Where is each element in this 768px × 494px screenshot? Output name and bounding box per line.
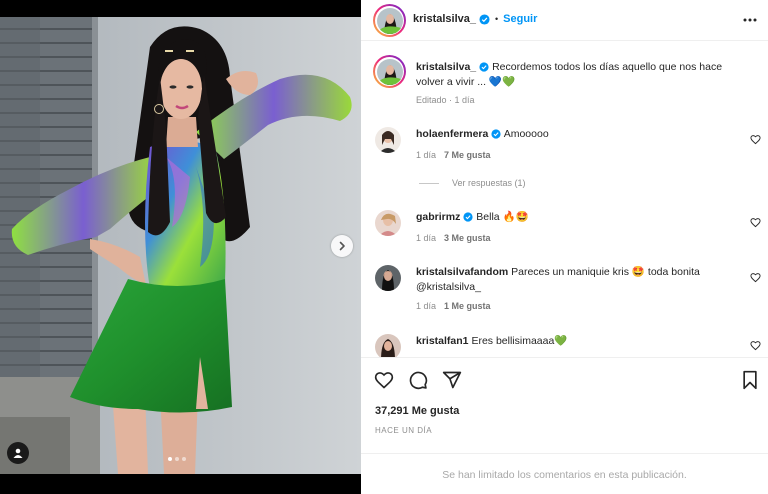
carousel-dot-2 [175, 457, 179, 461]
comments-limited-notice: Se han limitado los comentarios en esta … [361, 453, 768, 494]
carousel-next-button[interactable] [331, 235, 353, 257]
instagram-post-modal: kristalsilva_ • Seguir kristalsilva_ Rec… [0, 0, 768, 494]
post-actions: 37,291 Me gusta HACE UN DÍA [361, 357, 768, 453]
verified-badge-icon [463, 212, 473, 222]
action-bar [374, 370, 462, 390]
share-icon[interactable] [442, 370, 462, 390]
like-count[interactable]: 37,291 Me gusta [375, 405, 459, 417]
heart-icon[interactable] [374, 370, 394, 390]
comment-age: 1 día [416, 301, 437, 311]
commenter-username[interactable]: kristalsilvafandom [416, 266, 508, 278]
photo-top-letterbox [0, 0, 361, 17]
comment-body: Eres bellisimaaaa💚 [471, 335, 568, 347]
author-avatar-image [376, 7, 403, 34]
tagged-users-button[interactable] [7, 442, 29, 464]
comment-text: kristalfan1 Eres bellisimaaaa💚 [416, 334, 567, 349]
header-separator: • [495, 14, 499, 24]
post-image [0, 17, 361, 474]
carousel-indicator [168, 457, 186, 461]
commenter-username[interactable]: gabrirmz [416, 211, 460, 223]
comment-age: 1 día [416, 233, 437, 243]
comment-likes[interactable]: 1 Me gusta [444, 301, 491, 311]
post-photo [0, 0, 361, 494]
author-avatar[interactable] [373, 4, 406, 37]
comment-body: Amooooo [503, 128, 549, 140]
post-header: kristalsilva_ • Seguir [361, 0, 768, 41]
comment-meta: 1 día 7 Me gusta [416, 150, 491, 160]
follow-button[interactable]: Seguir [503, 13, 537, 25]
comment-text: holaenfermera Amooooo [416, 127, 549, 142]
comment-mention[interactable]: @kristalsilva_ [416, 281, 481, 293]
carousel-dot-3 [182, 457, 186, 461]
verified-badge-icon [479, 13, 490, 25]
photo-bottom-letterbox [0, 474, 361, 494]
author-username[interactable]: kristalsilva_ [413, 13, 476, 25]
comment-like-heart-icon[interactable] [750, 340, 761, 351]
post-details-panel: kristalsilva_ • Seguir kristalsilva_ Rec… [361, 0, 768, 494]
more-options-icon[interactable] [742, 12, 758, 28]
verified-badge-icon [491, 129, 501, 139]
comment-body: Bella 🔥🤩 [476, 211, 529, 223]
comment-age: 1 día [416, 150, 437, 160]
comment-likes[interactable]: 7 Me gusta [444, 150, 491, 160]
comment-like-heart-icon[interactable] [750, 134, 761, 145]
comment-like-heart-icon[interactable] [750, 272, 761, 283]
user-tag-icon [13, 448, 23, 458]
post-timestamp[interactable]: HACE UN DÍA [375, 426, 432, 435]
commenter-avatar[interactable] [375, 334, 401, 357]
replies-divider [419, 182, 439, 184]
caption-author-avatar[interactable] [373, 55, 406, 88]
comments-list: kristalsilva_ Recordemos todos los días … [361, 41, 768, 357]
commenter-avatar[interactable] [375, 127, 401, 153]
comment-meta: 1 día 3 Me gusta [416, 233, 491, 243]
commenter-username[interactable]: holaenfermera [416, 128, 488, 140]
comment-meta: 1 día 1 Me gusta [416, 301, 491, 311]
commenter-username[interactable]: kristalfan1 [416, 335, 469, 347]
caption-meta: Editado · 1 día [416, 95, 475, 105]
comment-like-heart-icon[interactable] [750, 217, 761, 228]
view-replies-label: Ver respuestas (1) [452, 178, 526, 188]
view-replies-button[interactable]: Ver respuestas (1) [419, 178, 526, 188]
caption-username[interactable]: kristalsilva_ [416, 61, 476, 73]
chevron-right-icon [339, 241, 345, 251]
comment-icon[interactable] [408, 370, 428, 390]
post-caption: kristalsilva_ Recordemos todos los días … [416, 60, 746, 90]
bookmark-icon[interactable] [741, 370, 759, 390]
comment-body: Pareces un maniquie kris 🤩 toda bonita [511, 266, 700, 278]
commenter-avatar[interactable] [375, 210, 401, 236]
verified-badge-icon [479, 62, 489, 72]
comment-text: kristalsilvafandom Pareces un maniquie k… [416, 265, 736, 295]
caption-author-avatar-image [376, 58, 403, 85]
commenter-avatar[interactable] [375, 265, 401, 291]
comment-text: gabrirmz Bella 🔥🤩 [416, 210, 529, 225]
comment-likes[interactable]: 3 Me gusta [444, 233, 491, 243]
carousel-dot-1 [168, 457, 172, 461]
